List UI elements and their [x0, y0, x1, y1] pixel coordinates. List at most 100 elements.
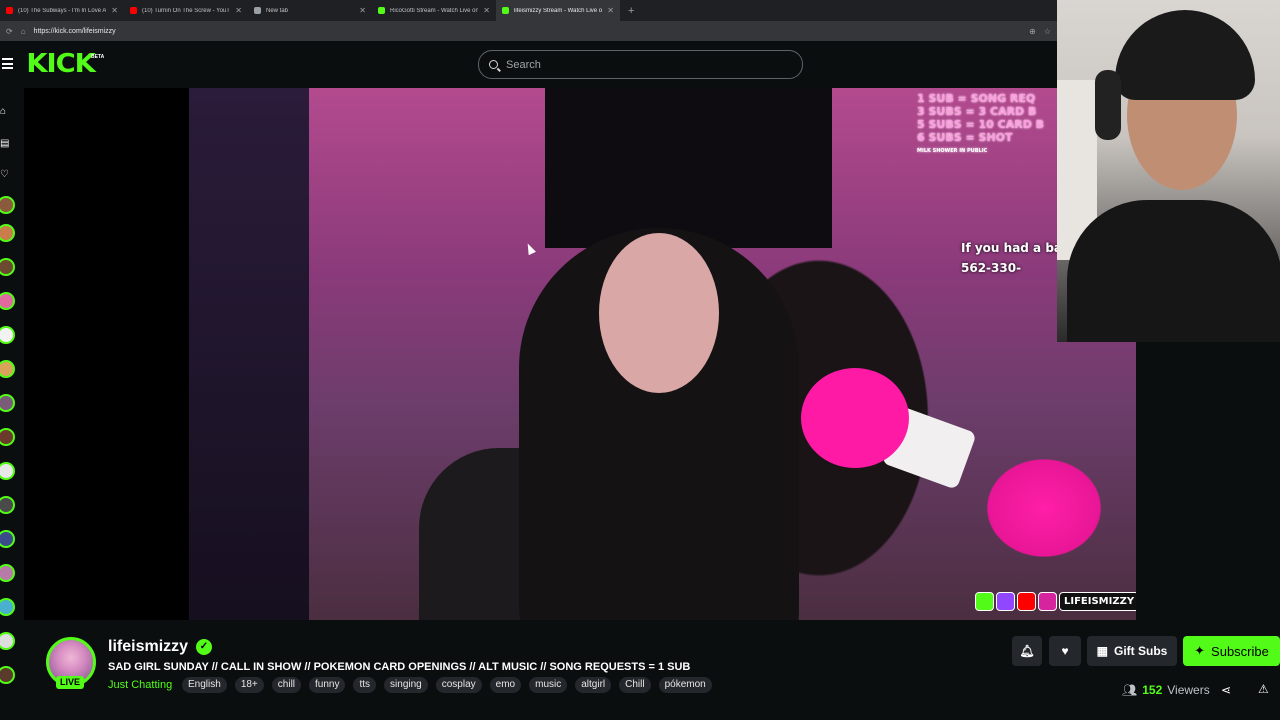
- verified-icon: ✓: [196, 639, 212, 655]
- socials-overlay: LIFEISMIZZY: [975, 592, 1136, 611]
- heart-icon: ♥: [1061, 644, 1069, 658]
- menu-icon[interactable]: [2, 58, 13, 69]
- gift-subs-button[interactable]: ▦ Gift Subs: [1087, 636, 1177, 666]
- tag-list: English 18+ chill funny tts singing cosp…: [182, 677, 712, 693]
- browse-icon[interactable]: ▤: [0, 138, 12, 150]
- tag[interactable]: emo: [489, 677, 522, 693]
- stream-video[interactable]: 1 SUB = SONG REQ 3 SUBS = 3 CARD B 5 SUB…: [189, 88, 1136, 620]
- tab-title: lifeismizzy Stream - Watch Live o: [514, 7, 603, 14]
- kick-icon: [975, 592, 994, 611]
- sidebar-channel-avatar[interactable]: [0, 292, 15, 310]
- sidebar-channel-avatar[interactable]: [0, 462, 15, 480]
- video-scene-window: [189, 88, 309, 620]
- subscribe-button[interactable]: ✦ Subscribe: [1183, 636, 1280, 666]
- sidebar-channel-avatar[interactable]: [0, 360, 15, 378]
- address-bar: ⟳ ⌂ https://kick.com/lifeismizzy ⊕ ☆: [0, 21, 1057, 41]
- report-icon[interactable]: ⚠: [1258, 682, 1269, 696]
- tag[interactable]: funny: [309, 677, 346, 693]
- gift-subs-label: Gift Subs: [1114, 644, 1168, 658]
- sidebar-channel-avatar[interactable]: [0, 666, 15, 684]
- tab-title: RicoGotti Stream - Watch Live on: [390, 7, 479, 14]
- sub-rule: 3 SUBS = 3 CARD B: [917, 105, 1037, 118]
- live-badge: LIVE: [56, 676, 84, 689]
- twitch-icon: [996, 592, 1015, 611]
- tag[interactable]: altgirl: [575, 677, 612, 693]
- social-handle: LIFEISMIZZY: [1059, 592, 1136, 611]
- tag[interactable]: chill: [271, 677, 302, 693]
- sidebar-channel-avatar[interactable]: [0, 196, 15, 214]
- category-link[interactable]: Just Chatting: [108, 679, 172, 691]
- stream-title: SAD GIRL SUNDAY // CALL IN SHOW // POKEM…: [108, 661, 691, 673]
- new-tab-button[interactable]: +: [620, 5, 642, 17]
- tab-title: (10) Turnin On The Screw - YouTub: [142, 7, 231, 14]
- sidebar-channel-avatar[interactable]: [0, 224, 15, 242]
- tab-title: (10) The Subways - I'm In Love An: [18, 7, 107, 14]
- bookmark-star-icon[interactable]: ☆: [1044, 27, 1051, 36]
- instagram-icon: [1038, 592, 1057, 611]
- home-icon[interactable]: ⌂: [0, 106, 12, 118]
- site-info-icon[interactable]: ⌂: [21, 27, 26, 36]
- sidebar-channel-avatar[interactable]: [0, 394, 15, 412]
- call-text: If you had a ba: [961, 241, 1063, 255]
- tag[interactable]: music: [529, 677, 568, 693]
- sidebar-channel-avatar[interactable]: [0, 326, 15, 344]
- channel-name[interactable]: lifeismizzy: [108, 638, 188, 656]
- search-input[interactable]: Search: [478, 50, 803, 79]
- youtube-favicon-icon: [130, 7, 137, 14]
- browser-tab[interactable]: (10) The Subways - I'm In Love An ✕: [0, 0, 124, 21]
- kick-favicon-icon: [378, 7, 385, 14]
- call-phone: 562-330-: [961, 261, 1022, 275]
- webcam-scene-headset: [1095, 70, 1121, 140]
- tab-title: New tab: [266, 7, 289, 14]
- sub-rule: 6 SUBS = SHOT: [917, 131, 1013, 144]
- zoom-icon[interactable]: ⊕: [1029, 27, 1036, 36]
- tab-close-icon[interactable]: ✕: [483, 6, 490, 15]
- notifications-button[interactable]: 🔔︎: [1012, 636, 1042, 666]
- sidebar-channel-avatar[interactable]: [0, 632, 15, 650]
- viewer-count: 👥︎ 152 Viewers: [1122, 683, 1210, 697]
- sidebar-channel-avatar[interactable]: [0, 530, 15, 548]
- reload-icon[interactable]: ⟳: [6, 27, 13, 36]
- share-icon[interactable]: ⋖: [1221, 683, 1231, 697]
- browser-tab-bar: (10) The Subways - I'm In Love An ✕ (10)…: [0, 0, 1057, 21]
- tag[interactable]: cosplay: [435, 677, 482, 693]
- sidebar-channel-avatar[interactable]: [0, 258, 15, 276]
- browser-tab-active[interactable]: lifeismizzy Stream - Watch Live o ✕: [496, 0, 620, 21]
- kick-logo[interactable]: KICK: [26, 51, 95, 77]
- tag[interactable]: English: [182, 677, 227, 693]
- search-icon: [489, 60, 498, 69]
- sidebar-channel-avatar[interactable]: [0, 428, 15, 446]
- tag[interactable]: Chill: [619, 677, 651, 693]
- gift-icon: ▦: [1096, 644, 1108, 658]
- goal-label: MILK SHOWER IN PUBLIC: [917, 148, 988, 154]
- browser-tab[interactable]: (10) Turnin On The Screw - YouTub ✕: [124, 0, 248, 21]
- sparkle-icon: ✦: [1194, 643, 1206, 658]
- sidebar-channel-avatar[interactable]: [0, 496, 15, 514]
- new-tab-favicon-icon: [254, 7, 261, 14]
- tag[interactable]: pókemon: [658, 677, 712, 693]
- webcam-scene-body: [1067, 200, 1280, 342]
- tag[interactable]: tts: [353, 677, 377, 693]
- call-in-overlay: If you had a ba 562-330-: [961, 238, 1062, 278]
- browser-tab[interactable]: New tab ✕: [248, 0, 372, 21]
- sub-rule: 5 SUBS = 10 CARD B: [917, 118, 1045, 131]
- browser-tab[interactable]: RicoGotti Stream - Watch Live on ✕: [372, 0, 496, 21]
- sidebar: ⌂ ▤ ♡: [0, 88, 24, 720]
- viewers-label: Viewers: [1167, 683, 1210, 697]
- webcam-overlay: [1057, 0, 1280, 342]
- webcam-scene-hair: [1115, 10, 1255, 100]
- sidebar-channel-avatar[interactable]: [0, 564, 15, 582]
- tab-close-icon[interactable]: ✕: [235, 6, 242, 15]
- youtube-favicon-icon: [6, 7, 13, 14]
- sidebar-channel-avatar[interactable]: [0, 598, 15, 616]
- kick-favicon-icon: [502, 7, 509, 14]
- tab-close-icon[interactable]: ✕: [359, 6, 366, 15]
- url-field[interactable]: https://kick.com/lifeismizzy: [34, 28, 1022, 35]
- following-icon[interactable]: ♡: [0, 169, 12, 181]
- follow-button[interactable]: ♥: [1049, 636, 1081, 666]
- tag[interactable]: singing: [384, 677, 428, 693]
- tab-close-icon[interactable]: ✕: [111, 6, 118, 15]
- tab-close-icon[interactable]: ✕: [607, 6, 614, 15]
- tag[interactable]: 18+: [234, 677, 264, 693]
- subscribe-label: Subscribe: [1211, 643, 1269, 659]
